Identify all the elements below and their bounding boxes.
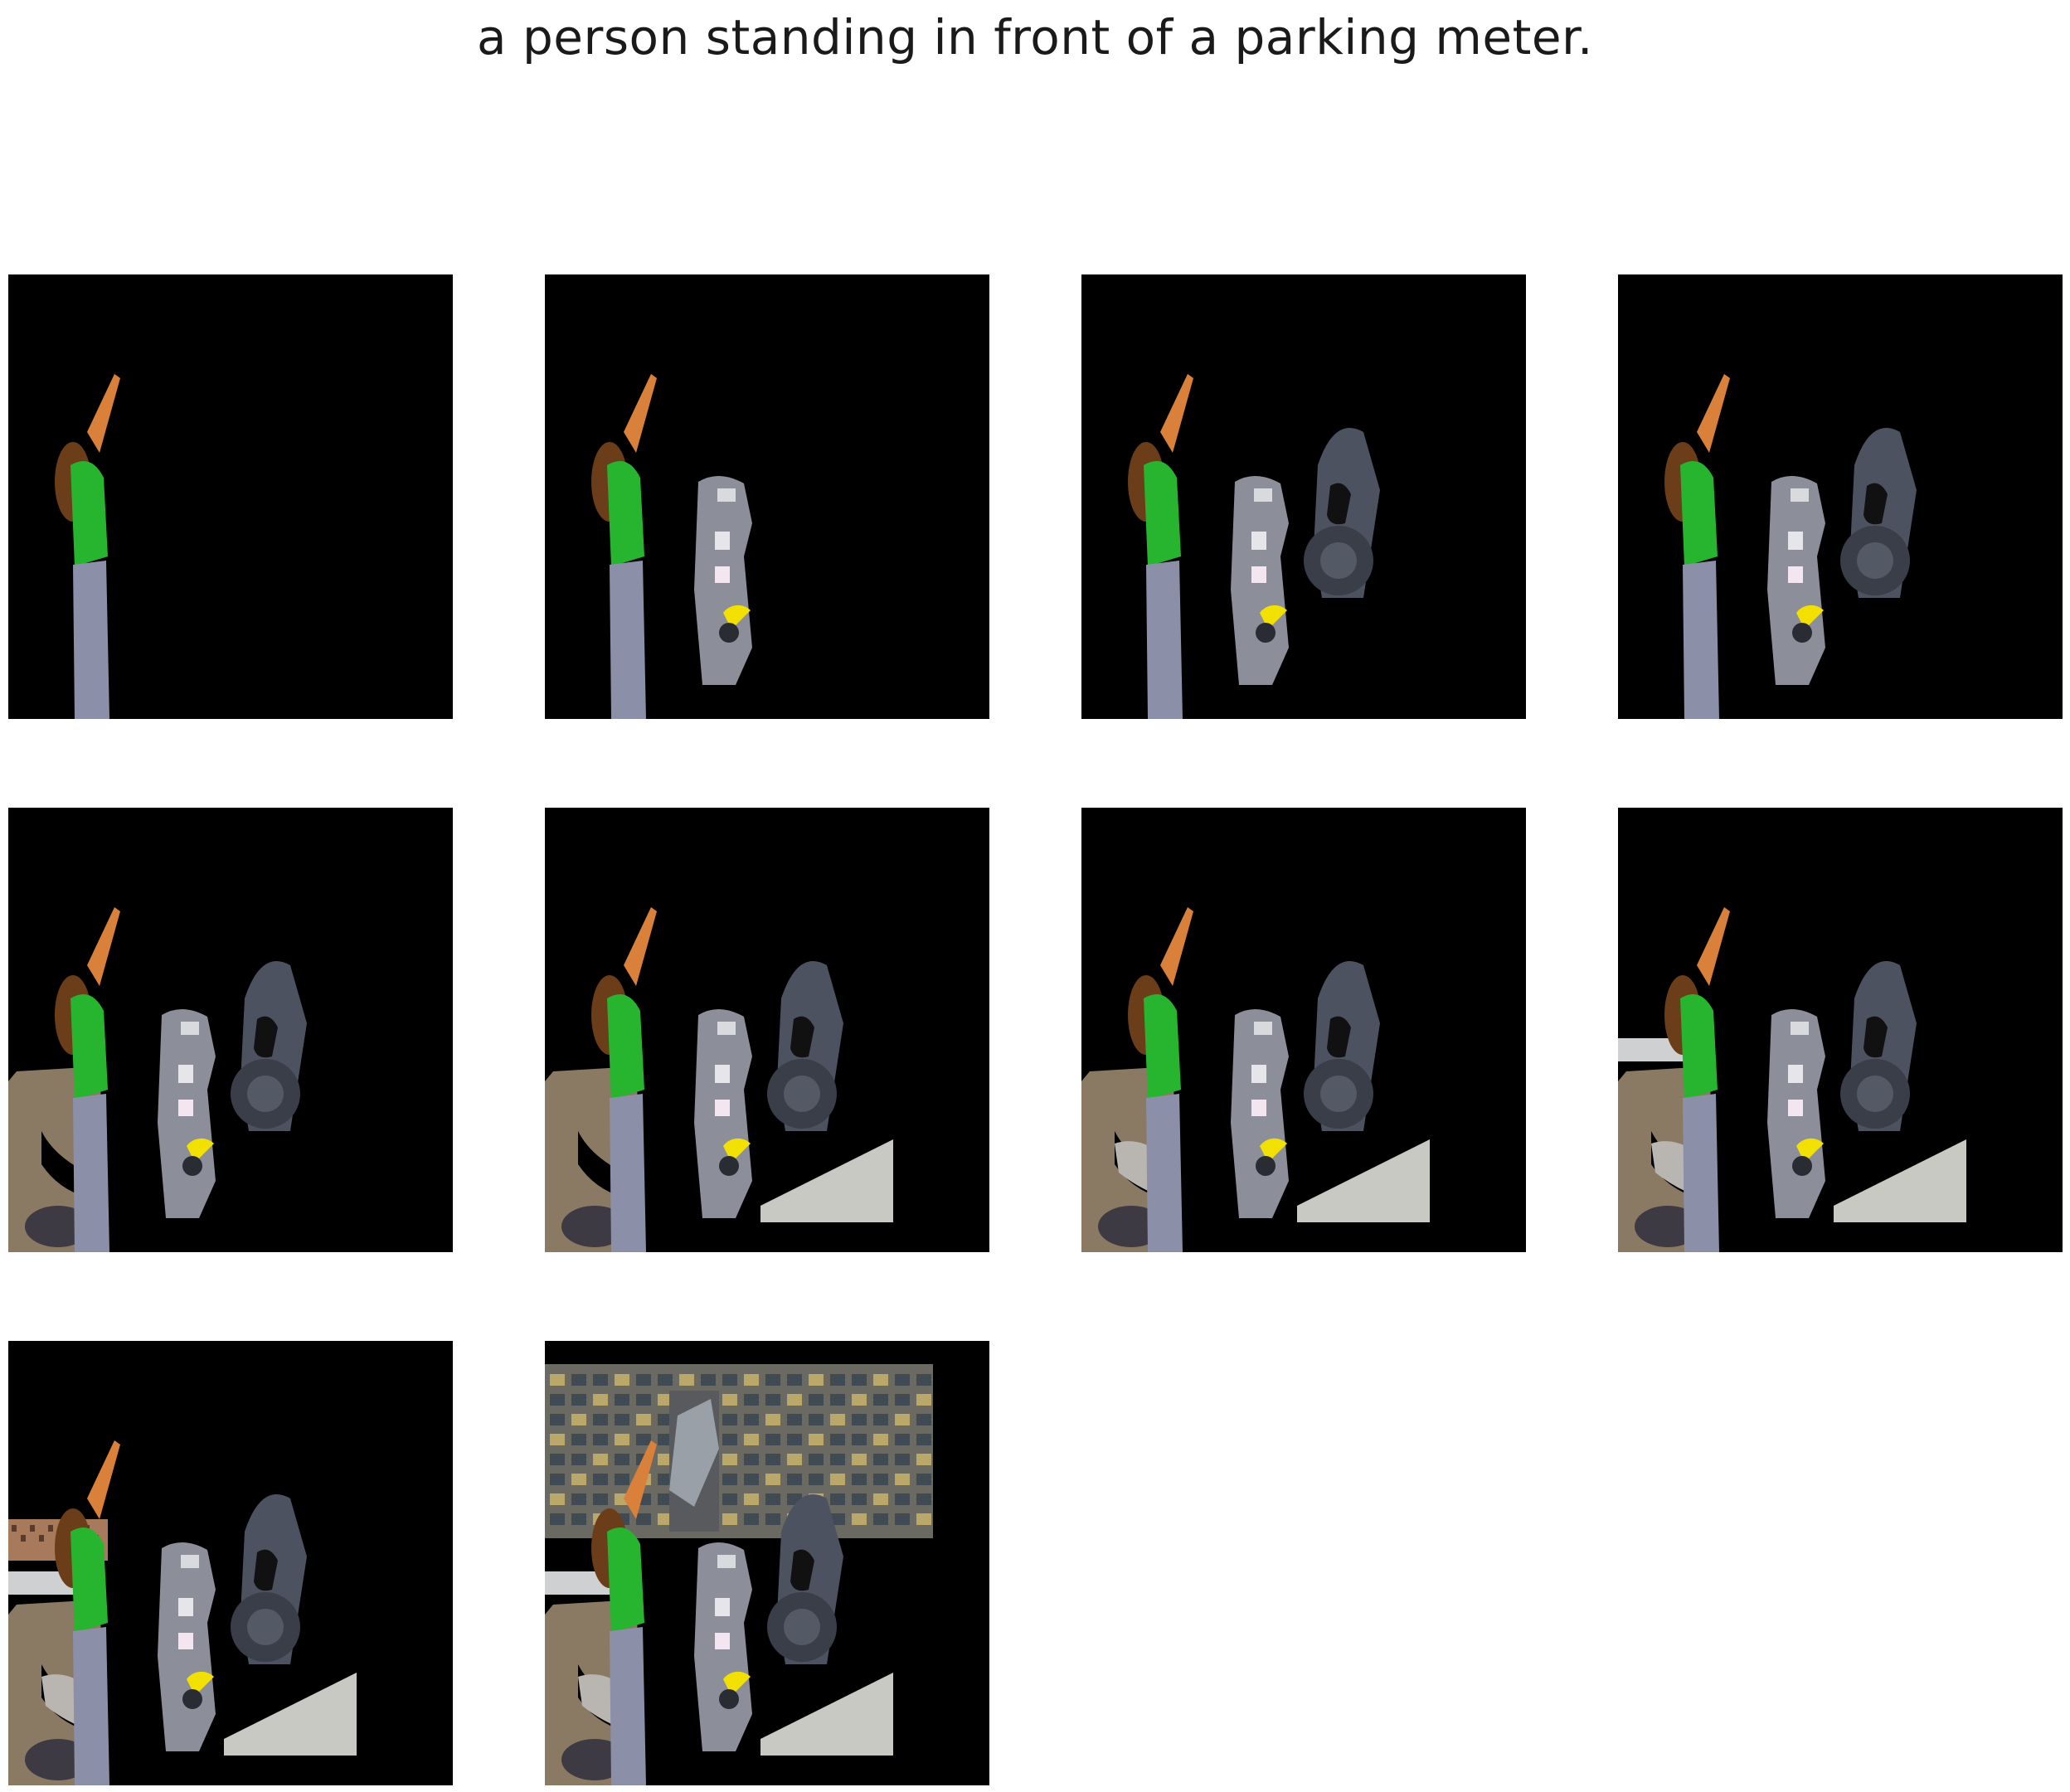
meter-small — [1231, 1008, 1289, 1218]
meter-small — [158, 1008, 216, 1218]
image-panel-7 — [1081, 808, 1526, 1252]
meter-large — [1304, 428, 1380, 598]
pavement-right — [1834, 1139, 1966, 1222]
meter-small — [158, 1542, 216, 1751]
image-panel-5 — [8, 808, 453, 1252]
image-panel-8 — [1618, 808, 2063, 1252]
person — [591, 374, 657, 719]
meter-small — [1231, 475, 1289, 685]
meter-large — [1840, 428, 1917, 598]
image-panel-3 — [1081, 274, 1526, 719]
pavement-right — [224, 1673, 357, 1756]
pavement-right — [760, 1673, 893, 1756]
image-panel-10 — [545, 1341, 989, 1785]
pavement-right — [1297, 1139, 1430, 1222]
figure-title: a person standing in front of a parking … — [477, 9, 1593, 66]
image-panel-2 — [545, 274, 989, 719]
meter-large — [231, 961, 307, 1131]
meter-large — [231, 1494, 307, 1664]
person — [1664, 374, 1730, 719]
image-panel-1 — [8, 274, 453, 719]
meter-small — [1767, 1008, 1825, 1218]
image-panel-9 — [8, 1341, 453, 1785]
meter-large — [1304, 961, 1380, 1131]
meter-large — [767, 961, 843, 1131]
meter-large — [1840, 961, 1917, 1131]
person — [55, 374, 120, 719]
image-panel-4 — [1618, 274, 2063, 719]
person — [1128, 374, 1193, 719]
meter-small — [694, 1008, 752, 1218]
pavement-right — [760, 1139, 893, 1222]
image-panel-6 — [545, 808, 989, 1252]
meter-small — [694, 475, 752, 685]
meter-small — [694, 1542, 752, 1751]
meter-small — [1767, 475, 1825, 685]
